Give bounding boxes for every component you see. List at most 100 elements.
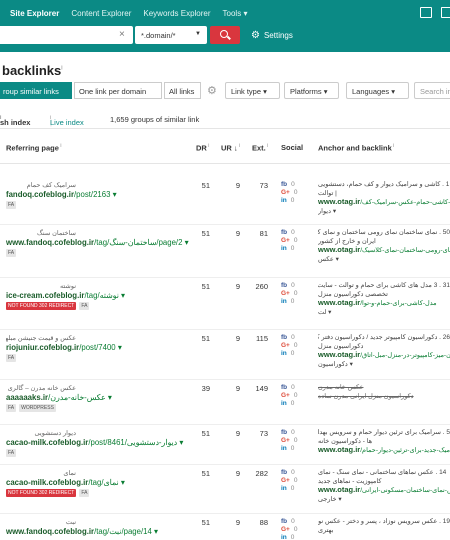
- social-counts: fb 0 G+ 0 in 0: [281, 429, 297, 453]
- settings-label: Settings: [263, 31, 293, 40]
- chevron-down-icon[interactable]: ▾: [113, 190, 117, 199]
- anchor-and-backlink: 14 . عکس نماهای ساختمانی - نمای سنگ - نم…: [318, 469, 450, 504]
- group-similar-links-tab[interactable]: roup similar links: [0, 82, 72, 99]
- backlink-path: /مدل-کاشی-برای-حمام-و-توا: [360, 300, 437, 307]
- anchor-and-backlink: 5 . سرامیک برای ترئین دیوار حمام و سرویس…: [318, 429, 450, 456]
- languages-label: Languages: [352, 87, 390, 96]
- anchor-text: 1 . کاشی و سرامیک دیوار و کف حمام، دستشو…: [318, 181, 450, 188]
- chevron-down-icon[interactable]: ▾: [179, 438, 183, 447]
- col-dr[interactable]: DR i: [196, 143, 209, 153]
- facebook-count: fb 0: [281, 334, 295, 341]
- page-tag-badge: FA: [6, 354, 17, 362]
- results-summary: 1,659 groups of similar link: [110, 115, 200, 124]
- referring-page-url[interactable]: cacao-milk.cofeblog.ir/post/8461/دیوار-د…: [6, 438, 183, 447]
- gear-icon: ⚙: [251, 30, 260, 41]
- backlink-url[interactable]: www.otag.ir/نمای-رومی-ساختمان-نمای-کلاسی…: [318, 245, 450, 256]
- backlink-url[interactable]: www.otag.ir/کاشی-حمام-عکس-سرامیک-کف-: [318, 197, 450, 208]
- platforms-label: Platforms: [290, 87, 322, 96]
- referring-page-url[interactable]: ice-cream.cofeblog.ir/tag/نوشته ▾: [6, 291, 125, 300]
- google-plus-count: G+ 0: [281, 477, 298, 484]
- col-ur[interactable]: UR ↓ i: [221, 143, 240, 153]
- fresh-index-tab[interactable]: sh index i: [0, 115, 30, 127]
- languages-dropdown[interactable]: Languages ▾: [346, 82, 409, 99]
- social-counts: fb 0 G+ 0 in 0: [281, 334, 297, 358]
- backlink-path: /نمای-رومی-ساختمان-نمای-کلاسیک-: [360, 247, 450, 254]
- target-input[interactable]: [0, 26, 133, 44]
- referring-path: /tag/ساختمان-سنگ/page/2: [94, 238, 183, 247]
- chevron-down-icon[interactable]: ▾: [334, 256, 339, 263]
- col-ext[interactable]: Ext. i: [252, 143, 268, 153]
- table-row: عکس و قیمت جنیشن مبلهای مبلمان اداری rio…: [0, 330, 450, 380]
- referring-page-title: دیوار دستشویی: [34, 430, 77, 437]
- account-icon[interactable]: [441, 7, 450, 18]
- clear-icon[interactable]: ×: [119, 29, 125, 40]
- linkedin-count: in 0: [281, 350, 295, 357]
- referring-page-url[interactable]: riojuniur.cofeblog.ir/post/7400 ▾: [6, 343, 122, 352]
- backlink-tail: ▾ خارجی: [318, 496, 450, 505]
- anchor-text: 31 . 3 مدل های کاشی برای حمام و توالت - …: [318, 282, 450, 289]
- backlink-domain: www.otag.ir: [318, 485, 361, 494]
- nav-tools[interactable]: Tools ▾: [223, 9, 248, 18]
- chevron-down-icon[interactable]: ▾: [121, 291, 125, 300]
- platforms-dropdown[interactable]: Platforms ▾: [284, 82, 339, 99]
- backlink-url[interactable]: www.otag.ir/سرامیک-جدید-برای-ترئین-دیوار…: [318, 445, 450, 456]
- referring-path: /post/2163: [74, 190, 111, 199]
- referring-page-url[interactable]: fandoq.cofeblog.ir/post/2163 ▾: [6, 190, 117, 199]
- page-tags: FA: [6, 354, 17, 362]
- linkedin-count: in 0: [281, 197, 295, 204]
- header-divider: [0, 163, 450, 164]
- chevron-down-icon[interactable]: ▾: [121, 478, 125, 487]
- chevron-down-icon[interactable]: ▾: [118, 343, 122, 352]
- chevron-down-icon[interactable]: ▾: [331, 208, 336, 215]
- nav-content-explorer[interactable]: Content Explorer: [71, 9, 131, 18]
- referring-path: /post/8461/دیوار-دستشویی: [88, 438, 178, 447]
- nav-site-explorer[interactable]: Site Explorer: [10, 9, 59, 18]
- referring-page-url[interactable]: aaaaaaks.ir/عکس-خانه-مدرن ▾: [6, 393, 112, 402]
- linkedin-count: in 0: [281, 445, 295, 452]
- backlink-path: /کاشی-حمام-عکس-سرامیک-کف-: [360, 199, 450, 206]
- gear-icon[interactable]: ⚙: [207, 84, 217, 97]
- one-link-per-domain-tab[interactable]: One link per domain: [74, 82, 162, 99]
- anchor-text: 50 . نمای ساختمان نمای رومی ساختمان و نم…: [318, 229, 450, 236]
- fresh-index-label: sh index: [0, 118, 31, 127]
- facebook-count: fb 0: [281, 384, 295, 391]
- chevron-down-icon[interactable]: ▾: [154, 527, 158, 536]
- monitor-icon[interactable]: [420, 7, 432, 18]
- backlink-path: /سرامیک-جدید-برای-ترئین-دیوار-حمام: [360, 447, 450, 454]
- linkedin-count: in 0: [281, 400, 295, 407]
- mode-select[interactable]: *.domain/* ▼: [135, 26, 207, 44]
- chevron-down-icon[interactable]: ▾: [326, 309, 331, 316]
- chevron-down-icon[interactable]: ▾: [108, 393, 112, 402]
- dr-value: 51: [201, 282, 210, 291]
- link-type-dropdown[interactable]: Link type ▾: [225, 82, 280, 99]
- facebook-count: fb 0: [281, 181, 295, 188]
- backlink-url[interactable]: www.otag.ir/عکس-نمای-ساختمان-مسکونی-ایرا…: [318, 485, 450, 496]
- settings-button[interactable]: ⚙ Settings: [251, 30, 293, 41]
- google-plus-count: G+ 0: [281, 342, 298, 349]
- search-button[interactable]: [210, 26, 240, 44]
- dr-value: 51: [201, 334, 210, 343]
- chevron-down-icon[interactable]: ▾: [185, 238, 189, 247]
- ur-value: 9: [235, 229, 240, 238]
- dr-value: 51: [201, 469, 210, 478]
- search-in-input[interactable]: Search in: [414, 82, 450, 99]
- backlink-url[interactable]: www.otag.ir/مدل-کاشی-برای-حمام-و-توا: [318, 298, 450, 309]
- chevron-down-icon[interactable]: ▾: [348, 361, 353, 368]
- page-tags: FA: [6, 201, 17, 209]
- backlink-tail: ▾ عکس: [318, 256, 450, 265]
- referring-page-url[interactable]: www.fandoq.cofeblog.ir/tag/نبت/page/14 ▾: [6, 527, 158, 536]
- referring-page-url[interactable]: cacao-milk.cofeblog.ir/tag/نمای ▾: [6, 478, 125, 487]
- referring-page-url[interactable]: www.fandoq.cofeblog.ir/tag/ساختمان-سنگ/p…: [6, 238, 189, 247]
- backlink-domain: www.otag.ir: [318, 298, 361, 307]
- search-bar: × *.domain/* ▼ ⚙ Settings: [0, 26, 450, 52]
- dr-value: 51: [201, 229, 210, 238]
- google-plus-count: G+ 0: [281, 237, 298, 244]
- referring-page-title: ساختمان سنگ: [37, 230, 76, 237]
- chevron-down-icon[interactable]: ▾: [337, 496, 341, 503]
- live-index-tab[interactable]: | Live index i: [50, 115, 84, 127]
- divider: [0, 128, 450, 129]
- col-referring-page[interactable]: Referring page i: [6, 143, 61, 153]
- nav-keywords-explorer[interactable]: Keywords Explorer: [143, 9, 210, 18]
- all-links-tab[interactable]: All links: [164, 82, 201, 99]
- backlink-url[interactable]: www.otag.ir/چیدمان-میز-کامپیوتر-در-منزل-…: [318, 350, 450, 361]
